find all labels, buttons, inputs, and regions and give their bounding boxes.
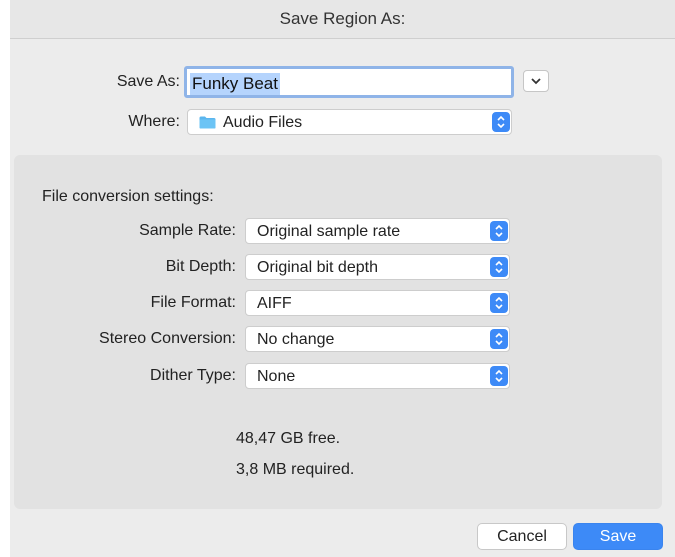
popup-stepper [490, 293, 508, 313]
conversion-title: File conversion settings: [42, 188, 214, 205]
bit-depth-value: Original bit depth [257, 259, 378, 276]
popup-stepper [492, 112, 510, 132]
save-as-input[interactable]: Funky Beat [184, 66, 514, 98]
dither-type-popup[interactable]: None [245, 363, 510, 389]
popup-stepper [490, 257, 508, 277]
updown-chevron-icon [497, 115, 505, 129]
where-popup[interactable]: Audio Files [187, 109, 512, 135]
updown-chevron-icon [495, 369, 503, 383]
stereo-conversion-label: Stereo Conversion: [99, 330, 236, 347]
file-format-popup[interactable]: AIFF [245, 290, 510, 316]
save-as-label: Save As: [116, 73, 180, 90]
updown-chevron-icon [495, 260, 503, 274]
sample-rate-value: Original sample rate [257, 223, 401, 240]
required-space-text: 3,8 MB required. [236, 461, 355, 478]
folder-icon [199, 116, 216, 129]
file-format-value: AIFF [257, 295, 292, 312]
dither-type-value: None [257, 368, 296, 385]
chevron-down-icon [531, 78, 541, 85]
popup-stepper [490, 366, 508, 386]
stereo-conversion-value: No change [257, 331, 335, 348]
bit-depth-popup[interactable]: Original bit depth [245, 254, 510, 280]
save-as-value: Funky Beat [190, 73, 280, 95]
dialog-title: Save Region As: [10, 0, 675, 39]
updown-chevron-icon [495, 296, 503, 310]
file-format-label: File Format: [150, 294, 236, 311]
popup-stepper [490, 329, 508, 349]
expand-browser-button[interactable] [523, 70, 549, 92]
save-button[interactable]: Save [573, 523, 663, 550]
where-value: Audio Files [223, 114, 303, 131]
bit-depth-label: Bit Depth: [165, 258, 236, 275]
free-space-text: 48,47 GB free. [236, 430, 341, 447]
where-label: Where: [128, 113, 180, 130]
dither-type-label: Dither Type: [150, 367, 236, 384]
updown-chevron-icon [495, 332, 503, 346]
updown-chevron-icon [495, 224, 503, 238]
cancel-button[interactable]: Cancel [477, 523, 567, 550]
popup-stepper [490, 221, 508, 241]
sample-rate-label: Sample Rate: [139, 222, 236, 239]
sample-rate-popup[interactable]: Original sample rate [245, 218, 510, 244]
stereo-conversion-popup[interactable]: No change [245, 326, 510, 352]
